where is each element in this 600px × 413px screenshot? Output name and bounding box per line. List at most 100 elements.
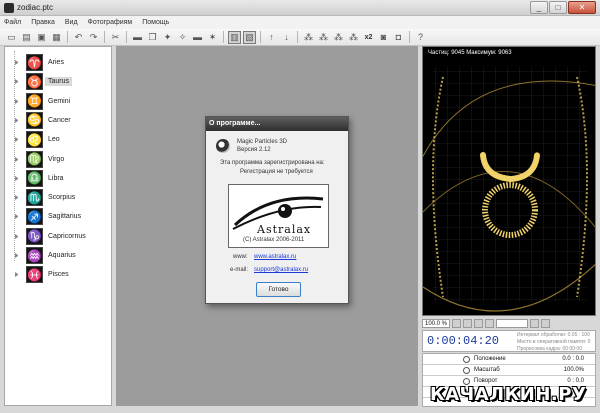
tree-item[interactable]: ♎ Libra <box>5 169 111 188</box>
play-icon[interactable] <box>530 319 540 328</box>
grid-icon[interactable] <box>463 319 473 328</box>
down-icon[interactable]: ↓ <box>280 31 293 44</box>
tree-item-label: Aquarius <box>48 252 76 259</box>
app-logo-icon <box>216 139 230 153</box>
banner-word: Astralax <box>257 223 312 236</box>
expand-arrow-icon[interactable] <box>15 60 20 65</box>
app-icon <box>4 2 14 13</box>
menu-edit[interactable]: Правка <box>31 19 55 26</box>
color-icon[interactable] <box>485 319 495 328</box>
bg-icon[interactable] <box>474 319 484 328</box>
param-name: Масштаб <box>474 367 500 373</box>
minimize-button[interactable]: _ <box>530 1 548 14</box>
up-icon[interactable]: ↑ <box>265 31 278 44</box>
tree-item[interactable]: ♏ Scorpius <box>5 188 111 207</box>
zodiac-sign-icon: ♍ <box>26 150 43 168</box>
param-value: 100.0% <box>563 367 584 373</box>
tree-item[interactable]: ♓ Pisces <box>5 265 111 284</box>
param-row-scale[interactable]: Масштаб 100.0% <box>423 365 595 376</box>
particles3-icon[interactable]: ⁂ <box>332 31 345 44</box>
speed-select[interactable] <box>496 319 529 328</box>
tree-item[interactable]: ♑ Capricornus <box>5 227 111 246</box>
preview-panel[interactable]: Частиц: 9045 Максимум: 9063 <box>422 46 596 316</box>
expand-arrow-icon[interactable] <box>15 272 20 278</box>
window-title: zodiac.ptc <box>17 3 54 12</box>
expand-arrow-icon[interactable] <box>15 156 20 162</box>
tree-item[interactable]: ♉ Taurus <box>5 72 111 91</box>
close-button[interactable]: ✕ <box>568 1 596 14</box>
email-link[interactable]: support@astralax.ru <box>254 267 308 273</box>
tree-item[interactable]: ♋ Cancer <box>5 111 111 130</box>
tree-item[interactable]: ♐ Sagittarius <box>5 207 111 226</box>
maximize-button[interactable]: □ <box>549 1 567 14</box>
menu-help[interactable]: Помощь <box>142 19 169 26</box>
expand-arrow-icon[interactable] <box>15 214 20 220</box>
redo-icon[interactable]: ↷ <box>87 31 100 44</box>
new-icon[interactable]: ▭ <box>5 31 18 44</box>
expand-arrow-icon[interactable] <box>15 137 20 143</box>
emitter3-icon[interactable]: ✶ <box>206 31 219 44</box>
preview-canvas <box>423 67 595 312</box>
particles2-icon[interactable]: ⁂ <box>317 31 330 44</box>
image2-icon[interactable]: ◘ <box>392 31 405 44</box>
tree-item-label: Taurus <box>45 77 73 87</box>
emitter2-icon[interactable]: ✧ <box>176 31 189 44</box>
expand-arrow-icon[interactable] <box>15 233 20 239</box>
emitter-icon[interactable]: ✦ <box>161 31 174 44</box>
tree-item[interactable]: ♒ Aquarius <box>5 246 111 265</box>
watermark: КАЧАЛКИН.РУ <box>430 384 587 405</box>
open-icon[interactable]: ▤ <box>20 31 33 44</box>
help-icon[interactable]: ? <box>414 31 427 44</box>
fit-icon[interactable] <box>452 319 462 328</box>
elapsed-time: 0:00:04:20 <box>427 334 500 348</box>
tree-item-label: Pisces <box>48 271 69 279</box>
meta-line-2: Место в оперативной памяти: 0 <box>517 339 591 345</box>
expand-arrow-icon[interactable] <box>15 117 20 123</box>
expand-arrow-icon[interactable] <box>15 98 20 104</box>
emitter-tree: ♈ Aries ♉ Taurus ♊ Gemini ♋ Cancer ♌ Leo ♍ Virgo ♎ Li… <box>4 46 112 406</box>
tree-item[interactable]: ♌ Leo <box>5 130 111 149</box>
param-row-position[interactable]: Положение 0.0 : 0.0 <box>423 354 595 365</box>
tree-item-label: Aries <box>48 59 64 66</box>
copy-icon[interactable]: ❐ <box>146 31 159 44</box>
zodiac-sign-icon: ♎ <box>26 169 43 187</box>
website-link[interactable]: www.astralax.ru <box>254 254 296 260</box>
expand-arrow-icon[interactable] <box>15 253 20 258</box>
zodiac-sign-icon: ♏ <box>26 189 43 207</box>
image-icon[interactable]: ◙ <box>377 31 390 44</box>
particles1-icon[interactable]: ⁂ <box>302 31 315 44</box>
registration-status: Регистрация не требуется <box>240 169 313 175</box>
tree-item[interactable]: ♈ Aries <box>5 53 111 72</box>
menu-photos[interactable]: Фотографиям <box>88 19 133 26</box>
zoom-select[interactable]: 100.0 % <box>422 319 451 328</box>
zodiac-sign-icon: ♑ <box>26 227 43 245</box>
ok-button[interactable]: Готово <box>256 282 301 297</box>
view2-icon[interactable]: ▧ <box>243 30 256 44</box>
param-value: 0.0 : 0.0 <box>562 356 584 362</box>
expand-arrow-icon[interactable] <box>15 175 20 181</box>
preview-controls: 100.0 % <box>422 318 596 329</box>
menu-view[interactable]: Вид <box>65 19 78 26</box>
menu-file[interactable]: Файл <box>4 19 21 26</box>
particles4-icon[interactable]: ⁂ <box>347 31 360 44</box>
expand-arrow-icon[interactable] <box>15 79 20 85</box>
saveas-icon[interactable]: ▦ <box>50 31 63 44</box>
save-icon[interactable]: ▣ <box>35 31 48 44</box>
x2-button[interactable]: x2 <box>362 31 375 44</box>
toolbar-separator <box>67 31 68 43</box>
undo-icon[interactable]: ↶ <box>72 31 85 44</box>
title-bar: zodiac.ptc _ □ ✕ <box>0 0 600 16</box>
tree-item-label: Gemini <box>48 97 71 105</box>
menu-bar: Файл Правка Вид Фотографиям Помощь <box>0 16 600 29</box>
stop-icon[interactable] <box>541 319 551 328</box>
tree-item[interactable]: ♊ Gemini <box>5 92 111 111</box>
view1-icon[interactable]: ▥ <box>228 30 241 44</box>
tree-item[interactable]: ♍ Virgo <box>5 150 111 169</box>
folder2-icon[interactable]: ▬ <box>191 31 204 44</box>
scale-icon <box>463 366 470 374</box>
cut-icon[interactable]: ✂ <box>109 31 122 44</box>
folder-icon[interactable]: ▬ <box>131 31 144 44</box>
expand-arrow-icon[interactable] <box>15 195 20 201</box>
meta-line-1: Интервал обработки: 0.05 : 100 <box>517 332 590 338</box>
version-text: Версия 2.12 <box>237 147 271 153</box>
